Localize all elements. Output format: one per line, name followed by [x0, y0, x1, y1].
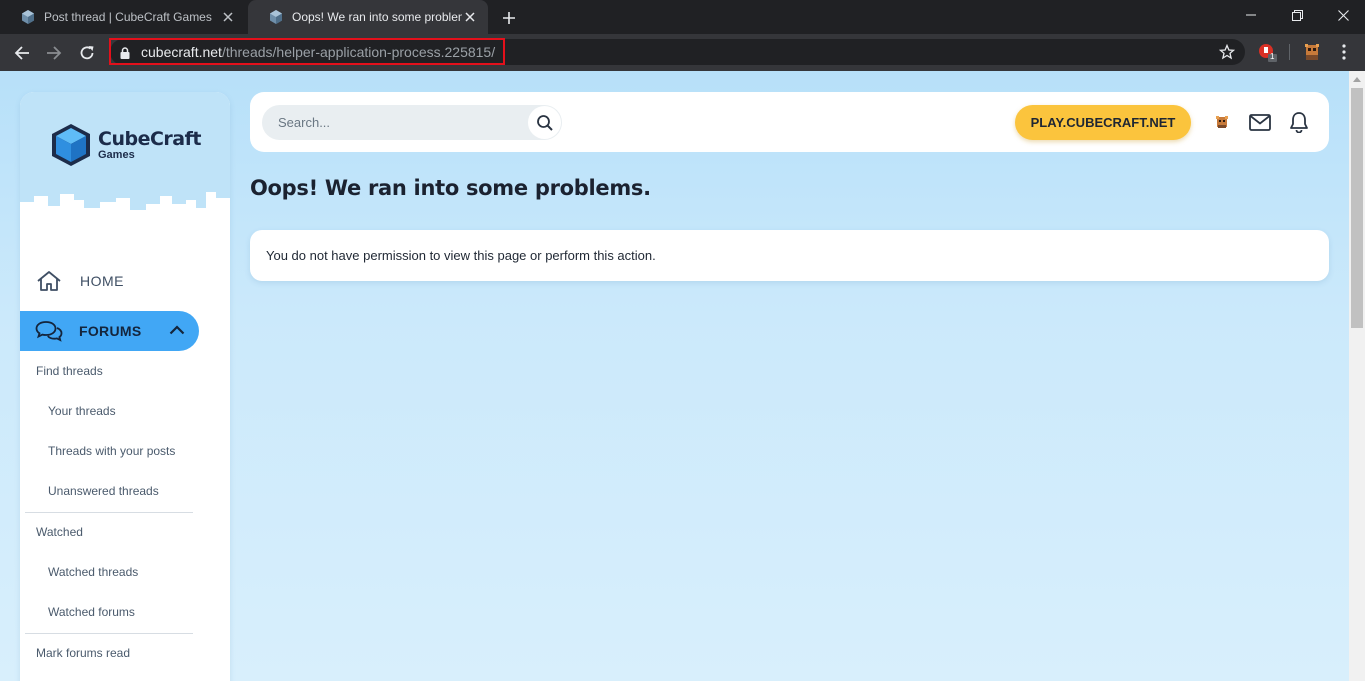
- tab-title: Post thread | CubeCraft Games: [44, 10, 212, 24]
- avatar-icon: [1216, 116, 1228, 128]
- toolbar-separator: [1289, 44, 1290, 60]
- search-button[interactable]: [528, 106, 561, 139]
- alerts-button[interactable]: [1287, 110, 1311, 134]
- user-avatar[interactable]: [1210, 110, 1234, 134]
- cube-favicon-icon: [268, 9, 284, 25]
- tab-post-thread[interactable]: Post thread | CubeCraft Games: [0, 0, 246, 34]
- inbox-button[interactable]: [1248, 110, 1272, 134]
- scroll-up-arrow-icon[interactable]: [1349, 71, 1365, 87]
- cube-favicon-icon: [20, 9, 36, 25]
- extension-badge-count: 1: [1270, 52, 1275, 61]
- extension-badge-icon[interactable]: 1: [1257, 42, 1277, 62]
- close-window-icon[interactable]: [1320, 0, 1365, 30]
- forward-arrow-icon[interactable]: [41, 40, 67, 66]
- lock-icon: [119, 46, 131, 59]
- url-highlight-box[interactable]: cubecraft.net/threads/helper-application…: [109, 38, 505, 65]
- bookmark-star-icon[interactable]: [1217, 42, 1237, 62]
- close-tab-icon[interactable]: [462, 9, 478, 25]
- tab-title: Oops! We ran into some problems.: [292, 10, 462, 24]
- back-arrow-icon[interactable]: [9, 40, 35, 66]
- top-bar: PLAY.CUBECRAFT.NET: [250, 92, 1329, 152]
- error-message: You do not have permission to view this …: [266, 248, 656, 263]
- restore-icon[interactable]: [1274, 0, 1320, 30]
- search-input[interactable]: [278, 115, 518, 130]
- search-icon: [536, 114, 553, 131]
- bell-icon: [1290, 112, 1308, 133]
- page-title: Oops! We ran into some problems.: [250, 176, 651, 200]
- browser-menu-icon[interactable]: [1334, 42, 1354, 62]
- new-tab-icon[interactable]: [498, 7, 520, 29]
- page-scrollbar[interactable]: [1349, 71, 1365, 681]
- avatar-extension-icon[interactable]: [1302, 42, 1322, 62]
- envelope-icon: [1249, 113, 1271, 131]
- content-layer: PLAY.CUBECRAFT.NET Oops! We ran into som…: [0, 71, 1349, 681]
- play-server-button[interactable]: PLAY.CUBECRAFT.NET: [1015, 105, 1191, 140]
- search-box[interactable]: [262, 105, 562, 140]
- close-tab-icon[interactable]: [220, 9, 236, 25]
- minimize-icon[interactable]: [1228, 0, 1274, 30]
- url-host: cubecraft.net: [141, 43, 222, 60]
- tab-oops[interactable]: Oops! We ran into some problems.: [248, 0, 488, 34]
- url-path: /threads/helper-application-process.2258…: [221, 43, 496, 60]
- scroll-thumb[interactable]: [1351, 88, 1363, 328]
- error-notice: You do not have permission to view this …: [250, 230, 1329, 281]
- tab-strip: Post thread | CubeCraft Games Oops! We r…: [0, 0, 1365, 34]
- reload-icon[interactable]: [74, 40, 100, 66]
